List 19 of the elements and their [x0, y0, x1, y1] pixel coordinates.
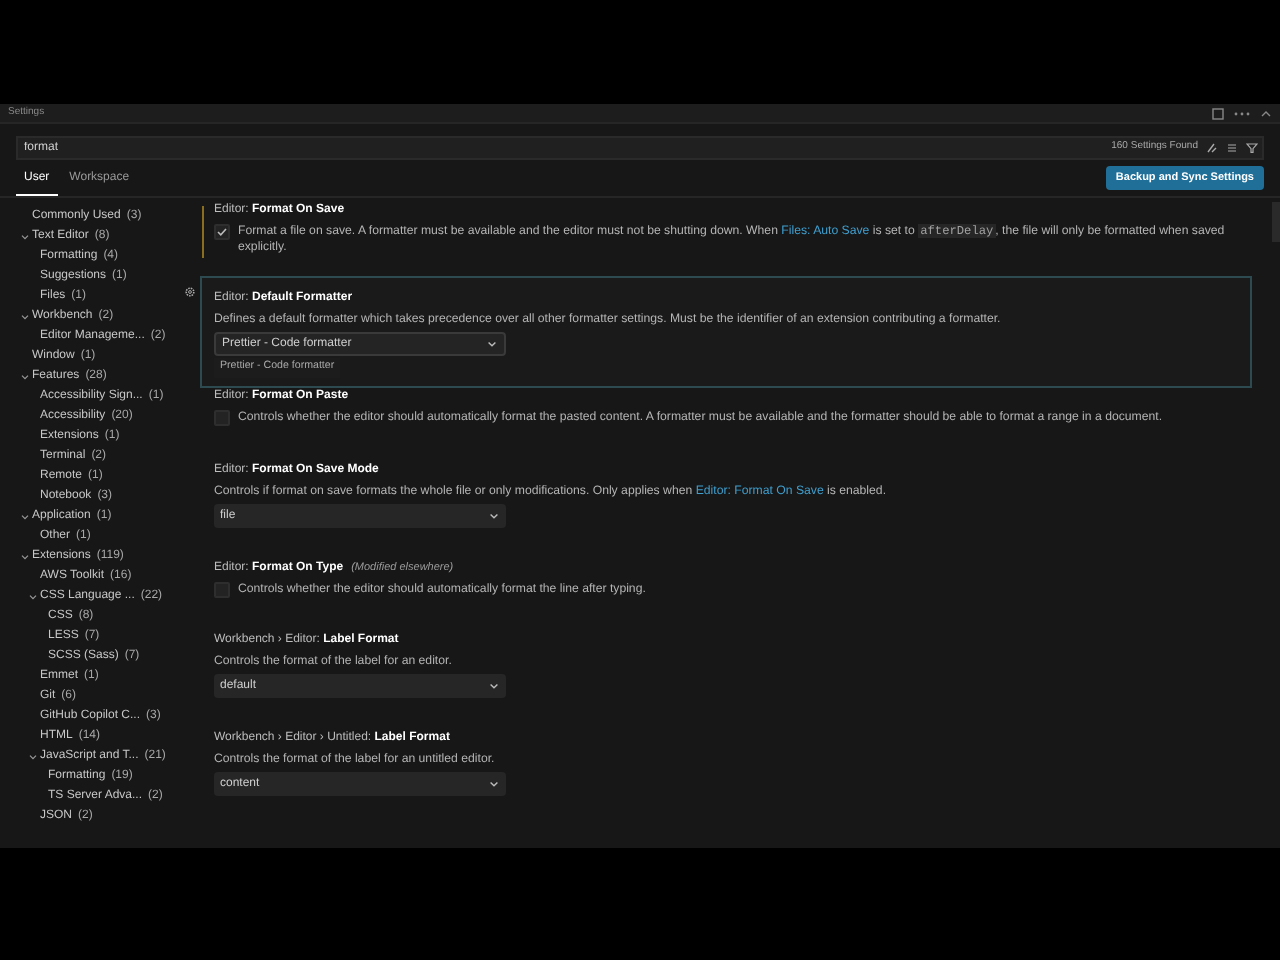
- chevron-down-icon[interactable]: [20, 551, 30, 561]
- clear-filter-icon[interactable]: [1206, 142, 1218, 154]
- chevron-down-icon: [488, 778, 500, 790]
- chevron-down-icon[interactable]: [20, 311, 30, 321]
- checkbox[interactable]: [214, 224, 230, 240]
- chevron-up-icon[interactable]: [1260, 107, 1272, 119]
- chevron-down-icon[interactable]: [28, 751, 38, 761]
- chevron-down-icon[interactable]: [28, 591, 38, 601]
- chevron-down-icon[interactable]: [20, 511, 30, 521]
- filter-icon[interactable]: [1246, 142, 1258, 154]
- list-filter-icon[interactable]: [1226, 142, 1238, 154]
- more-icon[interactable]: [1232, 107, 1252, 119]
- chevron-down-icon: [488, 510, 500, 522]
- chevron-down-icon[interactable]: [20, 371, 30, 381]
- gear-icon[interactable]: [184, 286, 196, 298]
- chevron-down-icon: [486, 338, 498, 350]
- chevron-down-icon: [488, 680, 500, 692]
- split-icon[interactable]: [1212, 107, 1224, 119]
- chevron-down-icon[interactable]: [20, 231, 30, 241]
